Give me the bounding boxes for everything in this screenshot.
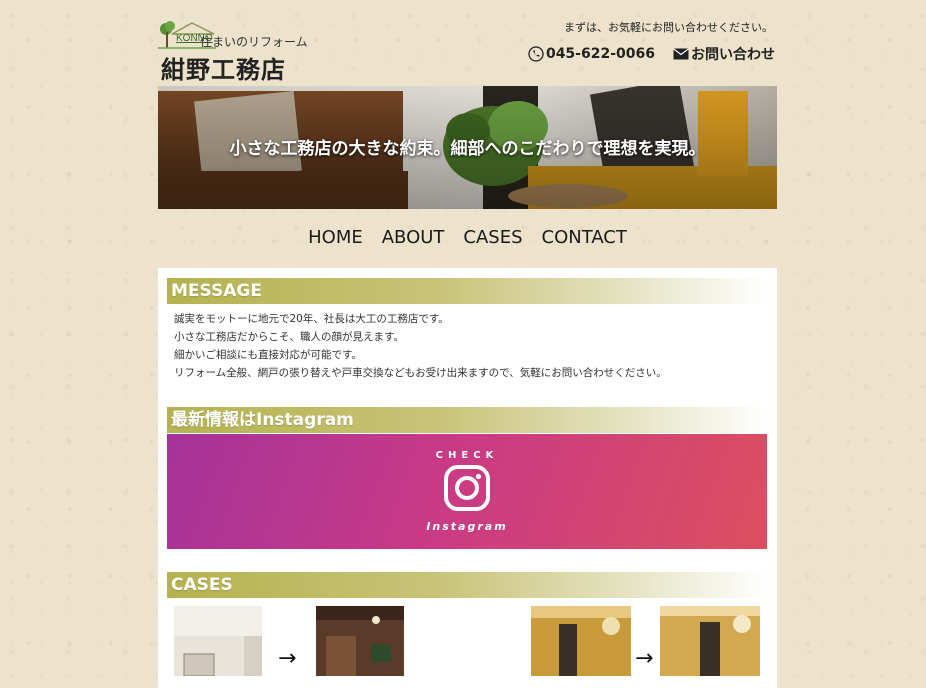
case-after-photo	[316, 606, 404, 676]
case-item[interactable]: →	[174, 606, 404, 676]
logo-subtitle: 住まいのリフォーム	[200, 35, 308, 49]
main-nav: HOME ABOUT CASES CONTACT	[158, 227, 777, 248]
case-item[interactable]: →	[531, 606, 761, 676]
case-arrow-icon: →	[635, 646, 654, 671]
contact-note: まずは、お気軽にお問い合わせください。	[564, 21, 773, 34]
instagram-banner[interactable]: CHECK Instagram	[167, 434, 767, 549]
contact-row: 045-622-0066 お問い合わせ	[528, 44, 775, 64]
message-line: 誠実をモットーに地元で20年、社長は大工の工務店です。	[174, 313, 449, 325]
phone-icon	[528, 46, 544, 62]
site-logo[interactable]: KONNO 住まいのリフォーム 紺野工務店	[158, 18, 328, 84]
message-heading: MESSAGE	[167, 278, 767, 304]
hero-banner: 小さな工務店の大きな約束。細部へのこだわりで理想を実現。	[158, 86, 777, 209]
case-arrow-icon: →	[278, 646, 297, 671]
case-before-photo	[531, 606, 631, 676]
phone-link[interactable]: 045-622-0066	[528, 46, 655, 62]
nav-home[interactable]: HOME	[308, 227, 363, 248]
instagram-heading: 最新情報はInstagram	[167, 407, 767, 433]
instagram-check-text: CHECK	[435, 450, 499, 461]
message-line: 細かいご相談にも直接対応が可能です。	[174, 349, 362, 361]
message-line: リフォーム全般、網戸の張り替えや戸車交換などもお受け出来ますので、気軽にお問い合…	[174, 367, 667, 379]
contact-link-label: お問い合わせ	[691, 47, 775, 63]
message-line: 小さな工務店だからこそ、職人の顔が見えます。	[174, 331, 404, 343]
instagram-label: Instagram	[426, 520, 508, 533]
case-before-photo	[174, 606, 262, 676]
message-text: 誠実をモットーに地元で20年、社長は大工の工務店です。 小さな工務店だからこそ、…	[174, 310, 667, 382]
logo-company-name: 紺野工務店	[161, 56, 286, 84]
nav-cases[interactable]: CASES	[463, 227, 522, 248]
mail-icon	[673, 48, 689, 60]
nav-contact[interactable]: CONTACT	[542, 227, 627, 248]
instagram-icon	[444, 465, 490, 511]
hero-copy: 小さな工務店の大きな約束。細部へのこだわりで理想を実現。	[229, 139, 706, 159]
content-panel: MESSAGE 誠実をモットーに地元で20年、社長は大工の工務店です。 小さな工…	[158, 268, 777, 688]
nav-about[interactable]: ABOUT	[382, 227, 445, 248]
case-after-photo	[660, 606, 760, 676]
contact-link[interactable]: お問い合わせ	[673, 44, 775, 64]
cases-heading: CASES	[167, 572, 767, 598]
phone-number: 045-622-0066	[545, 46, 655, 62]
